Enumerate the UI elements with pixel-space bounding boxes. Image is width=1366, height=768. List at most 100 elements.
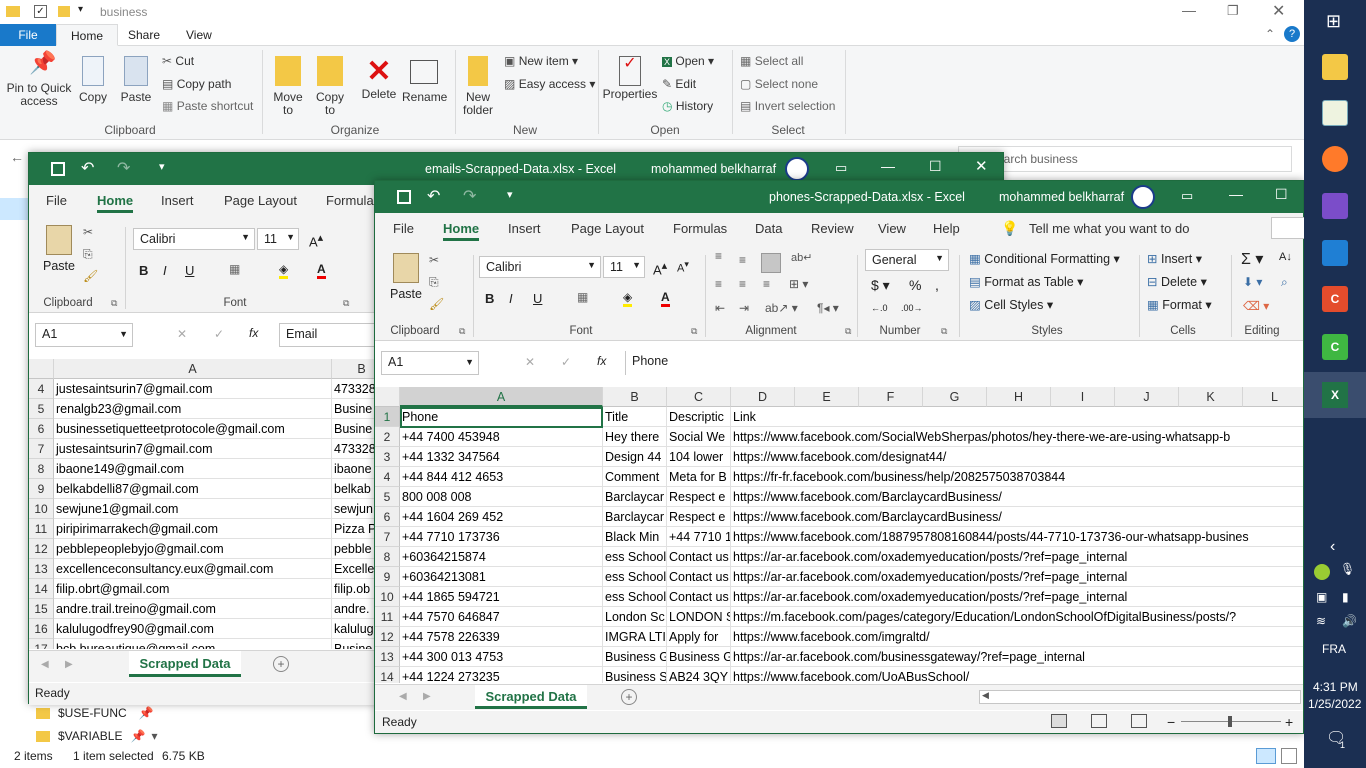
easy-access-button[interactable]: ▨ Easy access ▾ xyxy=(504,77,595,91)
table-cell[interactable]: Contact us xyxy=(667,567,731,587)
language-indicator[interactable]: FRA xyxy=(1322,642,1346,656)
tell-me-input[interactable]: Tell me what you want to do xyxy=(1029,221,1189,236)
table-cell[interactable]: sewjune1@gmail.com xyxy=(54,499,332,519)
sheet-tab[interactable]: Scrapped Data xyxy=(475,685,587,709)
tab-view[interactable]: View xyxy=(878,221,906,236)
table-cell[interactable]: AB24 3QY xyxy=(667,667,731,683)
ribbon-display-icon[interactable]: ▭ xyxy=(835,160,847,176)
tab-home[interactable]: Home xyxy=(443,221,480,241)
next-sheet-icon[interactable]: ▶ xyxy=(423,691,431,702)
add-sheet-icon[interactable]: + xyxy=(621,689,637,705)
sheet-tab[interactable]: Scrapped Data xyxy=(129,651,241,677)
table-cell[interactable]: https://ar-ar.facebook.com/oxademyeducat… xyxy=(731,567,1303,587)
paste-button[interactable]: Paste xyxy=(118,56,154,104)
pin-quick-access-button[interactable]: 📌 Pin to Quick access xyxy=(4,52,74,108)
redo-icon[interactable]: ↷ xyxy=(117,158,130,178)
table-cell[interactable]: 800 008 008 xyxy=(400,487,603,507)
paste-shortcut-button[interactable]: ▦ Paste shortcut xyxy=(162,99,253,113)
increase-decimal-icon[interactable]: ←.0 xyxy=(871,303,888,313)
customize-toolbar-icon[interactable]: ▾ xyxy=(507,188,513,201)
table-cell[interactable]: +44 1224 273235 xyxy=(400,667,603,683)
borders-icon[interactable]: ▦ xyxy=(577,290,588,304)
select-none-button[interactable]: ▢ Select none xyxy=(740,77,818,91)
row-header[interactable]: 10 xyxy=(375,587,400,607)
row-header[interactable]: 10 xyxy=(29,499,54,519)
quick-access-dropdown-icon[interactable]: ▾ xyxy=(78,4,83,15)
table-cell[interactable]: IMGRA LTI xyxy=(603,627,667,647)
table-cell[interactable]: https://www.facebook.com/designat44/ xyxy=(731,447,1303,467)
align-left-icon[interactable]: ≡ xyxy=(715,277,722,291)
file-explorer-icon[interactable] xyxy=(1322,54,1348,80)
fill-color-icon[interactable]: ◈ xyxy=(623,290,633,307)
rename-button[interactable]: Rename xyxy=(402,56,447,104)
name-box[interactable]: A1 ▼ xyxy=(35,323,133,347)
cut-icon[interactable]: ✂ xyxy=(429,253,439,267)
column-header[interactable]: A xyxy=(400,387,603,407)
dialog-launcher-icon[interactable]: ⧉ xyxy=(845,326,851,337)
table-cell[interactable]: Barclaycar xyxy=(603,487,667,507)
fill-icon[interactable]: ⬇ ▾ xyxy=(1243,275,1262,289)
font-name-select[interactable]: Calibri ▼ xyxy=(479,256,601,278)
table-cell[interactable]: +44 7710 173736 xyxy=(400,527,603,547)
tab-file[interactable]: File xyxy=(46,193,67,208)
collapse-ribbon-icon[interactable]: ⌃ xyxy=(1265,27,1275,41)
table-cell[interactable]: belkab xyxy=(332,479,375,499)
copy-to-button[interactable]: Copy to xyxy=(312,56,348,117)
align-bottom-icon[interactable] xyxy=(761,253,781,273)
table-cell[interactable]: andre. xyxy=(332,599,375,619)
chevron-up-icon[interactable]: ‹ xyxy=(1330,538,1335,556)
decrease-decimal-icon[interactable]: .00→ xyxy=(901,303,923,313)
row-header[interactable]: 7 xyxy=(29,439,54,459)
format-as-table-button[interactable]: ▤ Format as Table ▾ xyxy=(969,274,1083,289)
dialog-launcher-icon[interactable]: ⧉ xyxy=(691,326,697,337)
tab-data[interactable]: Data xyxy=(755,221,782,236)
table-cell[interactable]: ess School xyxy=(603,567,667,587)
italic-button[interactable]: I xyxy=(163,263,167,278)
zoom-in-icon[interactable]: + xyxy=(1285,711,1293,733)
tab-home[interactable]: Home xyxy=(56,24,119,46)
align-center-icon[interactable]: ≡ xyxy=(739,277,746,291)
cancel-icon[interactable]: ✕ xyxy=(177,327,187,341)
column-header[interactable]: B xyxy=(603,387,667,407)
increase-font-icon[interactable]: A▴ xyxy=(653,259,667,277)
tab-review[interactable]: Review xyxy=(811,221,854,236)
history-button[interactable]: ◷ History xyxy=(662,99,713,113)
table-cell[interactable]: justesaintsurin7@gmail.com xyxy=(54,439,332,459)
table-cell[interactable]: Social We xyxy=(667,427,731,447)
customize-toolbar-icon[interactable]: ▾ xyxy=(159,160,165,173)
windows-start-icon[interactable]: ⊞ xyxy=(1326,11,1341,32)
table-cell[interactable]: +44 7400 453948 xyxy=(400,427,603,447)
list-item[interactable]: $VARIABLE 📌 ▾ xyxy=(30,725,157,747)
app-c-red-icon[interactable]: C xyxy=(1322,286,1348,312)
insert-function-icon[interactable]: fx xyxy=(597,354,606,368)
row-header[interactable]: 8 xyxy=(375,547,400,567)
copy-icon[interactable]: ⎘ xyxy=(83,247,93,262)
table-cell[interactable]: Business G xyxy=(603,647,667,667)
table-cell[interactable]: 473328 xyxy=(332,439,375,459)
maximize-button[interactable]: ☐ xyxy=(1275,186,1288,203)
tab-formulas[interactable]: Formulas xyxy=(326,193,380,208)
percent-icon[interactable]: % xyxy=(909,277,921,293)
row-header[interactable]: 6 xyxy=(29,419,54,439)
dialog-launcher-icon[interactable]: ⧉ xyxy=(941,326,947,337)
tab-page-layout[interactable]: Page Layout xyxy=(571,221,644,236)
firefox-icon[interactable] xyxy=(1322,146,1348,172)
merge-center-icon[interactable]: ⊞ ▾ xyxy=(789,277,808,291)
table-cell[interactable]: +44 7570 646847 xyxy=(400,607,603,627)
table-cell[interactable]: pebble xyxy=(332,539,375,559)
row-header[interactable]: 13 xyxy=(29,559,54,579)
table-cell[interactable]: 104 lower xyxy=(667,447,731,467)
decrease-indent-icon[interactable]: ⇤ xyxy=(715,301,725,315)
align-right-icon[interactable]: ≡ xyxy=(763,277,770,291)
sort-filter-icon[interactable]: A↓ xyxy=(1279,251,1292,263)
enter-icon[interactable]: ✓ xyxy=(561,355,571,369)
format-painter-icon[interactable]: 🖌 xyxy=(83,269,98,283)
delete-button[interactable]: ✕ Delete xyxy=(360,56,398,101)
row-header[interactable]: 8 xyxy=(29,459,54,479)
table-cell[interactable]: Business G xyxy=(667,647,731,667)
table-cell[interactable]: LONDON S xyxy=(667,607,731,627)
restore-button[interactable]: ❐ xyxy=(1227,3,1239,19)
table-cell[interactable]: justesaintsurin7@gmail.com xyxy=(54,379,332,399)
open-button[interactable]: X Open ▾ xyxy=(662,54,714,68)
table-cell[interactable]: ibaone xyxy=(332,459,375,479)
